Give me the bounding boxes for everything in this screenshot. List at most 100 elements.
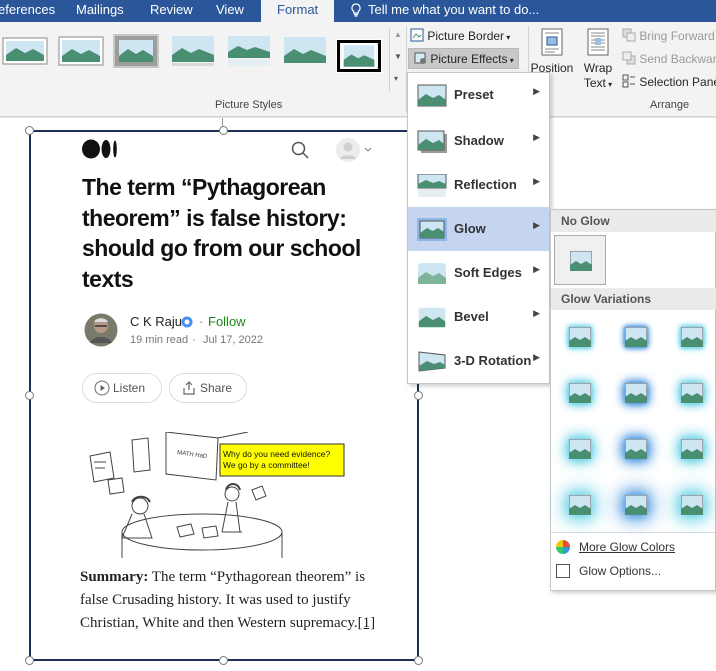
article-title: The term “Pythagorean theorem” is false … (82, 174, 361, 292)
picture-border-button[interactable]: Picture Border ▾ (410, 28, 510, 43)
menu-item-glow[interactable]: Glow ▶ (408, 207, 549, 251)
share-button: Share (169, 373, 247, 403)
more-glow-colors-item[interactable]: More Glow Colors (555, 539, 675, 555)
picture-effects-icon (414, 52, 426, 64)
glow-variation-option[interactable] (562, 488, 598, 522)
picture-effects-menu: Preset ▶ Shadow ▶ Reflection ▶ Glow ▶ Soft E… (407, 72, 550, 384)
resize-handle-sw[interactable] (25, 656, 34, 665)
board-text: MATH HaD (177, 450, 208, 460)
resize-handle-n[interactable] (219, 126, 228, 135)
glow-submenu: No Glow Glow Variations More Glow Colors… (550, 209, 716, 591)
picture-border-label: Picture Border (427, 29, 505, 43)
tell-me-icon[interactable] (350, 0, 362, 22)
style-thumb-4[interactable] (170, 34, 216, 68)
glow-variations-header: Glow Variations (551, 288, 716, 310)
resize-handle-se[interactable] (414, 656, 423, 665)
ribbon-format: ▲ ▼ ▾ Picture Styles Picture Border ▾ Pi… (0, 22, 716, 117)
picture-effects-label: Picture Effects (430, 52, 508, 66)
glow-options-item[interactable]: Glow Options... (555, 563, 661, 579)
glow-thumbnail-icon (569, 495, 591, 515)
more-glow-colors-label: More Glow Colors (579, 540, 676, 554)
read-time: 19 min read (130, 334, 189, 346)
tab-mailings[interactable]: Mailings (76, 0, 124, 22)
no-glow-icon (570, 251, 592, 271)
tab-view[interactable]: View (216, 0, 244, 22)
glow-variation-option[interactable] (674, 376, 710, 410)
preset-icon (417, 84, 447, 107)
glow-thumbnail-icon (681, 383, 703, 403)
share-icon (183, 381, 195, 395)
style-thumb-1[interactable] (2, 34, 48, 68)
selection-pane-label: Selection Pane (639, 75, 716, 89)
style-thumb-5[interactable] (226, 34, 272, 68)
styles-gallery-scroll[interactable]: ▲ ▼ ▾ (389, 28, 403, 92)
selection-pane-button[interactable]: Selection Pane (622, 74, 716, 89)
glow-variation-option[interactable] (674, 488, 710, 522)
follow-link: Follow (208, 314, 246, 329)
picture-styles-group-label: Picture Styles (215, 99, 283, 111)
3d-rotation-label: 3-D Rotation (454, 353, 532, 368)
cartoon-illustration: MATH HaD Why do you need evidence? We go… (89, 432, 345, 558)
glow-variation-option[interactable] (618, 376, 654, 410)
menu-item-reflection[interactable]: Reflection ▶ (408, 163, 549, 207)
search-icon (291, 141, 309, 159)
glow-variation-option[interactable] (618, 432, 654, 466)
preset-label: Preset (454, 87, 494, 102)
tab-format[interactable]: Format (261, 0, 335, 22)
resize-handle-s[interactable] (219, 656, 228, 665)
resize-handle-e[interactable] (414, 391, 423, 400)
glow-options-label: Glow Options... (579, 564, 662, 578)
resize-handle-nw[interactable] (25, 126, 34, 135)
soft-edges-icon (418, 263, 446, 284)
bring-forward-icon (622, 28, 636, 42)
reflection-label: Reflection (454, 177, 517, 192)
glow-thumbnail-icon (569, 383, 591, 403)
glow-variation-option[interactable] (562, 320, 598, 354)
send-backward-button[interactable]: Send Backward (622, 51, 716, 66)
glow-thumbnail-icon (625, 439, 647, 459)
glow-thumbnail-icon (569, 327, 591, 347)
send-backward-label: Send Backward (639, 52, 716, 66)
resize-handle-w[interactable] (25, 391, 34, 400)
ribbon-tab-bar: eferences Mailings Review View Format Te… (0, 0, 716, 22)
soft-edges-label: Soft Edges (454, 265, 522, 280)
no-glow-header: No Glow (551, 210, 716, 232)
tab-references[interactable]: eferences (0, 0, 55, 22)
wrap-text-icon (587, 28, 609, 56)
tab-review[interactable]: Review (150, 0, 193, 22)
verified-badge-icon (181, 316, 193, 328)
menu-item-bevel[interactable]: Bevel ▶ (408, 295, 549, 339)
menu-item-soft-edges[interactable]: Soft Edges ▶ (408, 251, 549, 295)
glow-thumbnail-icon (681, 495, 703, 515)
wrap-text-button[interactable]: Wrap Text ▾ (578, 28, 618, 92)
3d-rotation-icon (418, 351, 446, 372)
glow-thumbnail-icon (681, 327, 703, 347)
medium-logo-icon (82, 139, 117, 159)
author-avatar (84, 313, 118, 347)
glow-variation-option[interactable] (618, 488, 654, 522)
play-icon (94, 380, 110, 396)
glow-thumbnail-icon (625, 383, 647, 403)
glow-variation-option[interactable] (618, 320, 654, 354)
menu-item-3d-rotation[interactable]: 3-D Rotation ▶ (408, 339, 549, 383)
picture-border-icon (410, 28, 424, 42)
style-thumb-2[interactable] (58, 34, 104, 68)
glow-variation-option[interactable] (674, 320, 710, 354)
glow-variation-option[interactable] (562, 376, 598, 410)
publish-date: Jul 17, 2022 (203, 334, 263, 346)
no-glow-option[interactable] (554, 235, 606, 285)
menu-item-preset[interactable]: Preset ▶ (408, 73, 549, 117)
picture-effects-button[interactable]: Picture Effects ▾ (408, 48, 519, 69)
style-thumb-7[interactable] (336, 39, 382, 73)
glow-variation-option[interactable] (674, 432, 710, 466)
style-thumb-3[interactable] (113, 34, 159, 68)
bring-forward-button[interactable]: Bring Forward (622, 28, 715, 43)
article-summary: Summary: The term “Pythagorean theorem” … (80, 566, 390, 635)
glow-variation-option[interactable] (562, 432, 598, 466)
style-thumb-6[interactable] (282, 34, 328, 68)
shadow-label: Shadow (454, 133, 504, 148)
menu-item-shadow[interactable]: Shadow ▶ (408, 119, 549, 163)
listen-button: Listen (82, 373, 162, 403)
shadow-icon (417, 130, 447, 153)
tell-me-search[interactable]: Tell me what you want to do... (368, 0, 539, 22)
